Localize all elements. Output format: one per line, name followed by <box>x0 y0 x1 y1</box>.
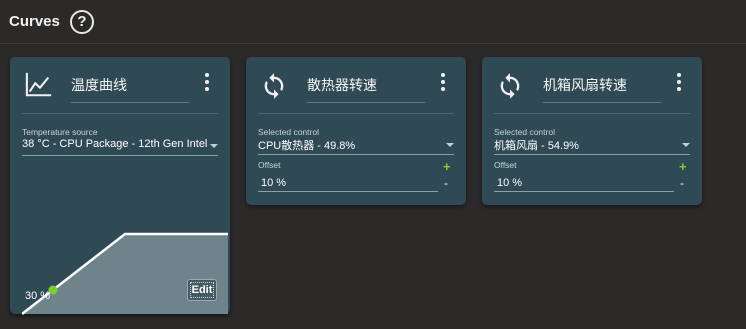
temperature-source-select[interactable]: 38 °C - CPU Package - 12th Gen Intel <box>22 138 218 156</box>
divider <box>22 113 218 114</box>
offset-input[interactable]: 10 % <box>258 174 438 192</box>
offset-input[interactable]: 10 % <box>494 174 674 192</box>
sync-icon <box>500 73 520 99</box>
mix-name-field[interactable]: 散热器转速 <box>307 73 425 103</box>
selected-control-label: Selected control <box>258 127 319 137</box>
page-title: Curves <box>9 13 60 30</box>
increase-offset-button[interactable]: + <box>443 160 451 173</box>
divider <box>494 113 690 114</box>
temperature-source-label: Temperature source <box>22 127 98 137</box>
divider <box>258 113 454 114</box>
more-options-button[interactable] <box>203 73 211 91</box>
decrease-offset-button[interactable]: - <box>680 177 684 189</box>
mix-name-field[interactable]: 机箱风扇转速 <box>543 73 661 103</box>
increase-offset-button[interactable]: + <box>679 160 687 173</box>
decrease-offset-button[interactable]: - <box>444 177 448 189</box>
mix-card-radiator: 散热器转速 Selected control CPU散热器 - 49.8% Of… <box>246 57 466 205</box>
more-options-button[interactable] <box>439 73 447 91</box>
top-bar: Curves ? <box>0 0 746 44</box>
current-speed-value: 30 % <box>25 290 51 302</box>
mix-card-case-fan: 机箱风扇转速 Selected control 机箱风扇 - 54.9% Off… <box>482 57 702 205</box>
curve-area <box>22 234 228 314</box>
selected-control-label: Selected control <box>494 127 555 137</box>
chart-line-icon <box>25 72 52 97</box>
chevron-down-icon <box>682 143 690 147</box>
chevron-down-icon <box>446 143 454 147</box>
help-button[interactable]: ? <box>70 10 94 34</box>
selected-control-select[interactable]: 机箱风扇 - 54.9% <box>494 137 690 155</box>
offset-label: Offset <box>494 160 517 170</box>
offset-label: Offset <box>258 160 281 170</box>
selected-control-select[interactable]: CPU散热器 - 49.8% <box>258 137 454 155</box>
curve-name-field[interactable]: 温度曲线 <box>71 73 189 103</box>
curve-card-temperature: 温度曲线 Temperature source 38 °C - CPU Pack… <box>10 57 230 315</box>
chevron-down-icon <box>210 144 218 148</box>
edit-button[interactable]: Edit <box>187 279 217 301</box>
fan-curve-graph[interactable] <box>22 222 228 322</box>
sync-icon <box>264 73 284 99</box>
more-options-button[interactable] <box>675 73 683 91</box>
